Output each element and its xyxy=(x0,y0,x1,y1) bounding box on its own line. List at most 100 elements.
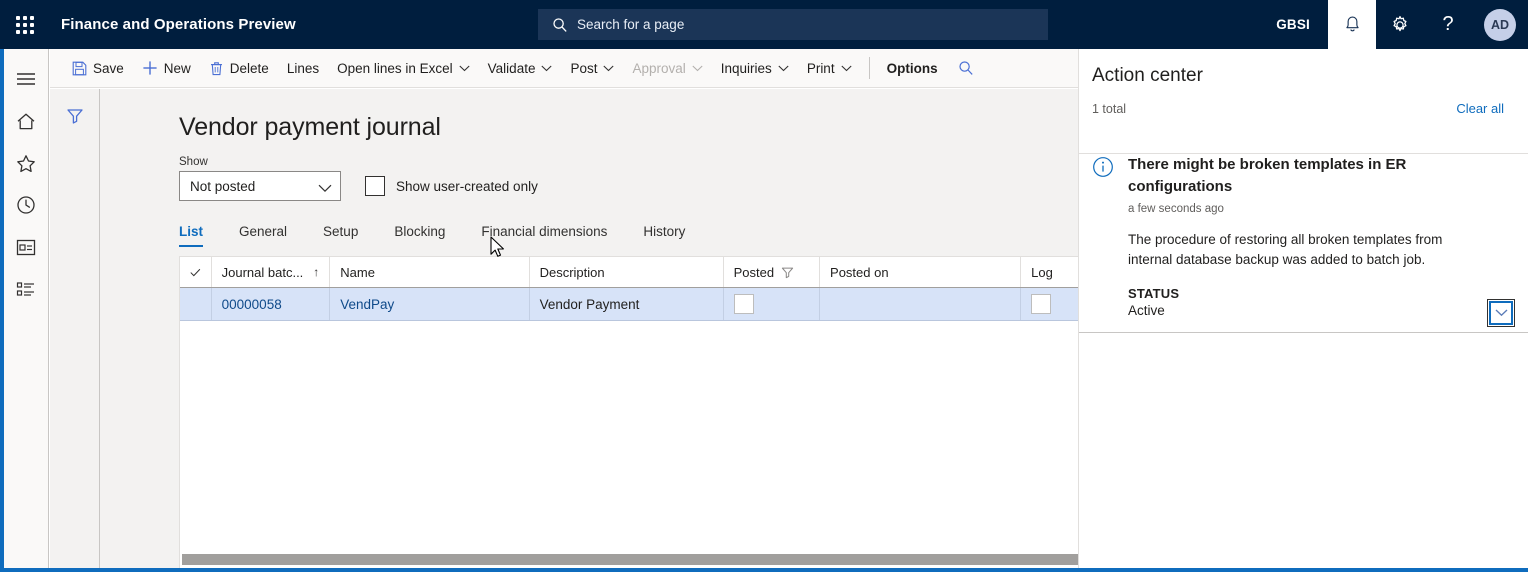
show-filter-select[interactable]: Not posted xyxy=(179,171,341,201)
show-user-created-only-label: Show user-created only xyxy=(396,178,538,194)
row-select-cell[interactable] xyxy=(180,288,212,320)
tab-history[interactable]: History xyxy=(643,224,685,247)
top-nav-actions: GBSI ? AD xyxy=(1258,0,1528,49)
column-header-label: Journal batc... xyxy=(221,264,304,280)
notification-bottom-divider xyxy=(1079,332,1528,333)
column-header-label: Log xyxy=(1031,264,1053,280)
sidebar-item-home[interactable] xyxy=(4,100,49,142)
notification-status-value: Active xyxy=(1128,303,1165,318)
sidebar-item-modules[interactable] xyxy=(4,268,49,310)
validate-button[interactable]: Validate xyxy=(479,49,562,88)
command-search-button[interactable] xyxy=(947,49,985,88)
question-mark-icon: ? xyxy=(1442,13,1454,35)
tab-strip: List General Setup Blocking Financial di… xyxy=(179,224,1078,247)
chevron-down-icon xyxy=(840,65,852,72)
sidebar-item-workspaces[interactable] xyxy=(4,226,49,268)
cell-description[interactable]: Vendor Payment xyxy=(530,288,724,320)
hamburger-icon xyxy=(17,73,35,85)
delete-button[interactable]: Delete xyxy=(200,49,278,88)
journal-grid: Journal batc... ↑ Name Description Poste… xyxy=(179,256,1131,548)
tab-general[interactable]: General xyxy=(239,224,287,247)
lines-button[interactable]: Lines xyxy=(278,49,328,88)
settings-button[interactable] xyxy=(1376,0,1424,49)
clock-icon xyxy=(17,196,35,214)
sidebar-item-recent[interactable] xyxy=(4,184,49,226)
column-header-select-all[interactable] xyxy=(180,257,212,287)
sidebar-item-navigation-menu[interactable] xyxy=(4,58,49,100)
page-content: Vendor payment journal Show Not posted S… xyxy=(101,89,1131,572)
notifications-button[interactable] xyxy=(1328,0,1376,49)
options-button[interactable]: Options xyxy=(878,49,947,88)
approval-button: Approval xyxy=(623,49,711,88)
lines-label: Lines xyxy=(286,60,320,76)
show-filters-button[interactable] xyxy=(59,102,91,130)
show-user-created-only-checkbox[interactable]: Show user-created only xyxy=(365,176,538,196)
global-search-input[interactable]: Search for a page xyxy=(538,9,1048,40)
new-button[interactable]: New xyxy=(133,49,200,88)
column-header-name[interactable]: Name xyxy=(330,257,530,287)
left-sidebar xyxy=(4,49,49,568)
cell-posted-on[interactable] xyxy=(820,288,1022,320)
command-bar: Save New Delete Lines Open lines in Exce… xyxy=(50,49,1078,88)
horizontal-scrollbar-thumb[interactable] xyxy=(182,554,1100,565)
page-body: Vendor payment journal Show Not posted S… xyxy=(50,89,1131,572)
posted-checkbox[interactable] xyxy=(733,294,754,314)
notification-heading: There might be broken templates in ER co… xyxy=(1128,156,1407,195)
column-header-posted[interactable]: Posted xyxy=(724,257,821,287)
bottom-accent-bar xyxy=(0,568,1528,572)
cell-posted[interactable] xyxy=(724,288,821,320)
user-account-button[interactable]: AD xyxy=(1472,0,1528,49)
post-button[interactable]: Post xyxy=(561,49,623,88)
open-lines-in-excel-button[interactable]: Open lines in Excel xyxy=(328,49,479,88)
print-button[interactable]: Print xyxy=(798,49,861,88)
cell-name[interactable]: VendPay xyxy=(330,288,530,320)
show-filter-label: Show xyxy=(179,156,208,168)
notification-item[interactable]: There might be broken templates in ER co… xyxy=(1079,154,1528,327)
notification-expand-button[interactable] xyxy=(1487,299,1515,327)
inquiries-button[interactable]: Inquiries xyxy=(712,49,798,88)
filters-row: Not posted Show user-created only xyxy=(179,171,1078,201)
open-lines-in-excel-label: Open lines in Excel xyxy=(337,60,453,76)
filter-funnel-icon xyxy=(781,266,794,279)
command-separator xyxy=(868,57,870,79)
notification-count: 1 total xyxy=(1092,101,1127,116)
column-header-journal-batch[interactable]: Journal batc... ↑ xyxy=(212,257,331,287)
clear-all-button[interactable]: Clear all xyxy=(1456,101,1504,116)
checkmark-icon xyxy=(190,268,201,276)
page-title: Vendor payment journal xyxy=(179,113,441,141)
notification-text: There might be broken templates in ER co… xyxy=(1124,154,1504,318)
save-button[interactable]: Save xyxy=(63,49,133,88)
horizontal-scrollbar[interactable] xyxy=(182,554,1128,565)
sort-ascending-icon: ↑ xyxy=(313,265,320,279)
tab-financial-dimensions[interactable]: Financial dimensions xyxy=(481,224,607,247)
tab-list[interactable]: List xyxy=(179,224,204,247)
tab-setup[interactable]: Setup xyxy=(323,224,358,247)
avatar: AD xyxy=(1484,8,1516,41)
column-header-posted-on[interactable]: Posted on xyxy=(820,257,1022,287)
chevron-down-icon xyxy=(1489,301,1513,325)
print-label: Print xyxy=(806,60,835,76)
delete-label: Delete xyxy=(229,60,269,76)
table-row[interactable]: 00000058 VendPay Vendor Payment xyxy=(180,288,1130,321)
top-navigation-bar: Finance and Operations Preview Search fo… xyxy=(0,0,1528,49)
sidebar-item-favorites[interactable] xyxy=(4,142,49,184)
tab-blocking[interactable]: Blocking xyxy=(394,224,445,247)
action-center-panel: Action center 1 total Clear all There mi… xyxy=(1078,49,1528,568)
workspace-card-icon xyxy=(16,239,36,255)
app-launcher-button[interactable] xyxy=(0,0,49,49)
filter-funnel-icon xyxy=(66,109,83,124)
checkbox-box xyxy=(365,176,385,196)
cell-journal-batch[interactable]: 00000058 xyxy=(212,288,331,320)
home-icon xyxy=(17,113,35,129)
star-icon xyxy=(17,154,35,172)
app-window: Finance and Operations Preview Search fo… xyxy=(0,0,1528,572)
company-selector[interactable]: GBSI xyxy=(1258,0,1328,49)
new-label: New xyxy=(163,60,191,76)
post-label: Post xyxy=(570,60,598,76)
chevron-down-icon xyxy=(459,65,470,72)
help-button[interactable]: ? xyxy=(1424,0,1472,49)
log-checkbox[interactable] xyxy=(1031,294,1052,314)
column-header-description[interactable]: Description xyxy=(530,257,724,287)
validate-label: Validate xyxy=(487,60,536,76)
column-header-label: Posted xyxy=(733,264,775,280)
